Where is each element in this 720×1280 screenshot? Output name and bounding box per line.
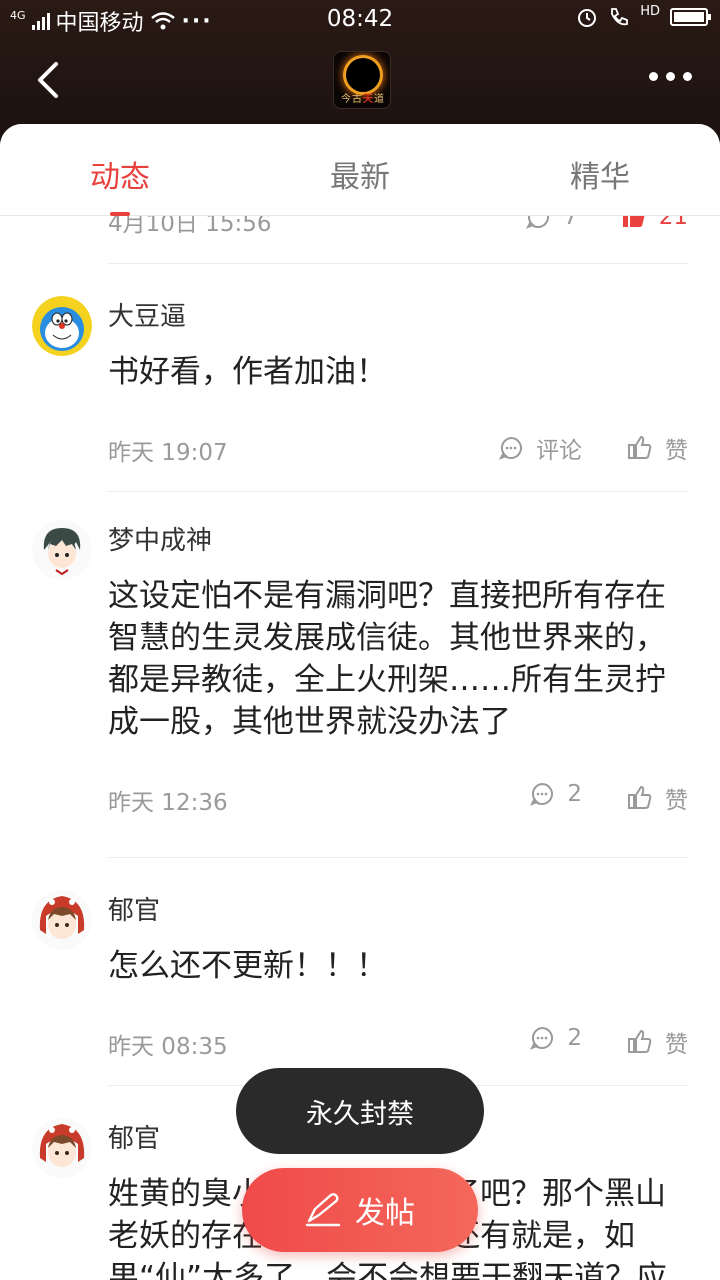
username[interactable]: 郁官	[108, 890, 688, 927]
tab-indicator	[110, 212, 130, 216]
post-time: 昨天 19:07	[108, 440, 228, 466]
status-bar: 4G 中国移动 ··· 08:42 HD	[0, 0, 720, 38]
battery-icon	[670, 8, 711, 26]
post-time: 4月10日 15:56	[108, 216, 272, 237]
username[interactable]: 梦中成神	[108, 520, 688, 557]
avatar[interactable]	[32, 296, 92, 356]
logo-lettering: 今古天道	[341, 94, 385, 105]
comment-button[interactable]: 2	[529, 781, 582, 807]
like-button[interactable]: 赞	[627, 781, 688, 815]
post-item[interactable]: 梦中成神 这设定怕不是有漏洞吧？直接把所有存在智慧的生灵发展成信徒。其他世界来的…	[32, 492, 688, 858]
more-options-icon[interactable]	[649, 72, 692, 81]
anime-boy-avatar-icon	[32, 520, 92, 580]
tab-featured[interactable]: 精华	[480, 152, 720, 196]
pen-icon	[305, 1193, 341, 1227]
eclipse-ring-icon	[346, 58, 380, 92]
avatar[interactable]	[32, 1118, 92, 1178]
comment-count: 7	[563, 216, 578, 230]
comment-icon	[526, 216, 550, 229]
thumbs-up-icon	[628, 1029, 652, 1053]
like-count: 21	[658, 216, 688, 230]
new-post-label: 发帖	[355, 1196, 415, 1231]
anime-girl-avatar-icon	[32, 1118, 92, 1178]
anime-girl-avatar-icon	[32, 890, 92, 950]
avatar[interactable]	[32, 890, 92, 950]
like-label: 赞	[665, 1032, 688, 1058]
comment-button[interactable]: 7	[525, 216, 578, 230]
comment-button[interactable]: 2	[529, 1025, 582, 1051]
comment-icon	[498, 437, 522, 460]
like-label: 赞	[665, 788, 688, 814]
post-content[interactable]: 这设定怕不是有漏洞吧？直接把所有存在智慧的生灵发展成信徒。其他世界来的，都是异教…	[108, 575, 688, 743]
post-time: 昨天 08:35	[108, 1034, 228, 1060]
hd-label: HD	[640, 3, 660, 19]
book-logo[interactable]: 今古天道	[333, 51, 391, 109]
like-button[interactable]: 赞	[627, 431, 688, 465]
avatar[interactable]	[32, 520, 92, 580]
doraemon-avatar-icon	[32, 296, 92, 356]
new-post-button[interactable]: 发帖	[242, 1168, 478, 1252]
post-item[interactable]: 大豆逼 书好看，作者加油！ 昨天 19:07 评论 赞	[32, 264, 688, 492]
post-content[interactable]: 怎么还不更新！！！	[108, 945, 688, 987]
call-icon	[611, 8, 629, 26]
tab-dynamic[interactable]: 动态	[0, 152, 240, 196]
post-content[interactable]: 书好看，作者加油！	[108, 351, 688, 393]
post-item[interactable]: 郁官 怎么还不更新！！！ 昨天 08:35 2 赞	[32, 858, 688, 1086]
post-footer: 昨天 12:36 2 赞	[108, 777, 688, 857]
thumbs-up-icon	[628, 435, 652, 459]
comment-icon	[530, 783, 554, 806]
like-button[interactable]: 21	[621, 216, 688, 230]
alarm-icon	[578, 9, 597, 27]
tab-latest[interactable]: 最新	[240, 152, 480, 196]
tab-bar: 动态 最新 精华	[0, 124, 720, 216]
toast-message: 永久封禁	[236, 1068, 484, 1154]
like-button[interactable]: 赞	[627, 1025, 688, 1059]
comment-button[interactable]: 评论	[498, 431, 582, 465]
username[interactable]: 大豆逼	[108, 296, 688, 333]
top-bar: 4G 中国移动 ··· 08:42 HD 今古天道	[0, 0, 720, 140]
comment-count: 2	[567, 1025, 582, 1051]
comment-icon	[530, 1027, 554, 1050]
like-label: 赞	[665, 438, 688, 464]
post-item[interactable]: 4月10日 15:56 7 21	[108, 216, 688, 264]
back-icon[interactable]	[30, 58, 70, 102]
post-footer: 昨天 19:07 评论 赞	[108, 427, 688, 491]
comment-label: 评论	[536, 438, 582, 464]
thumbs-up-filled-icon	[622, 216, 645, 227]
thumbs-up-icon	[628, 785, 652, 809]
post-time: 昨天 12:36	[108, 790, 228, 816]
comment-count: 2	[567, 781, 582, 807]
